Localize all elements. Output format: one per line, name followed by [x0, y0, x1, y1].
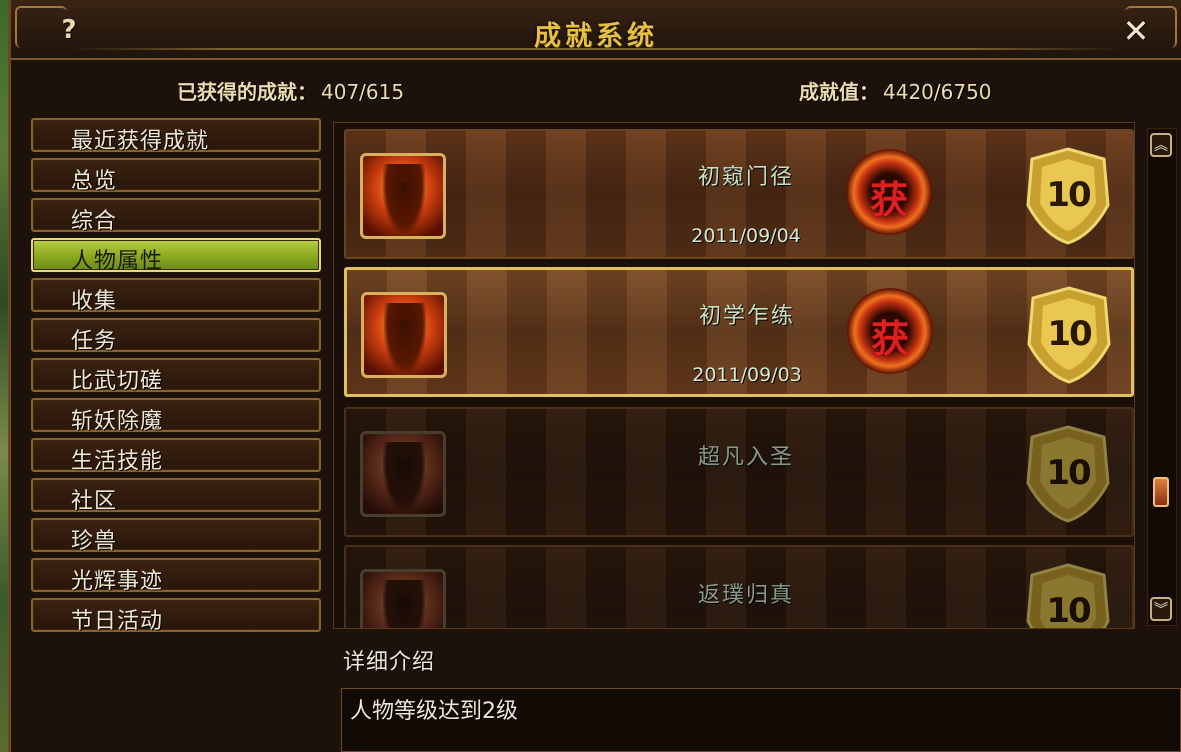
achievement-date: 2011/09/04 — [691, 225, 801, 247]
points-badge-icon: 10 — [1023, 284, 1115, 384]
category-label: 收集 — [71, 289, 118, 314]
achievement-row-locked[interactable]: 超凡入圣 10 — [344, 407, 1134, 537]
earned-achievements-stat: 已获得的成就： 407/615 — [177, 76, 404, 105]
achievement-name: 初窥门径 — [697, 165, 794, 190]
muscle-body-icon — [361, 292, 447, 378]
points-value: 10 — [1046, 591, 1091, 629]
points-badge-icon: 10 — [1022, 423, 1114, 523]
earned-label: 已获得的成就： — [177, 80, 317, 104]
achievement-list: 初窥门径 2011/09/04 获 10 初学乍练 2011/09/03 获 1… — [333, 122, 1135, 629]
muscle-body-icon — [360, 153, 446, 239]
earned-seal-icon: 获 — [846, 149, 932, 235]
category-label: 人物属性 — [71, 249, 164, 274]
category-label: 节日活动 — [71, 609, 164, 634]
double-chevron-down-icon[interactable]: ︾ — [1150, 597, 1172, 621]
category-life-skills[interactable]: 生活技能 — [31, 438, 321, 474]
muscle-body-icon — [360, 569, 446, 628]
points-badge-icon: 10 — [1022, 561, 1114, 629]
double-chevron-up-icon[interactable]: ︽ — [1150, 133, 1172, 157]
window-title: 成就系统 — [534, 21, 658, 52]
achievement-name: 超凡入圣 — [697, 445, 794, 470]
seal-char: 获 — [869, 177, 908, 222]
detail-heading: 详细介绍 — [343, 650, 436, 675]
category-recent[interactable]: 最近获得成就 — [31, 118, 321, 154]
points-value: 10 — [1046, 175, 1091, 215]
category-label: 社区 — [71, 489, 118, 514]
category-label: 比武切磋 — [71, 369, 164, 394]
seal-char: 获 — [870, 316, 909, 361]
muscle-body-icon — [360, 431, 446, 517]
points-value: 4420/6750 — [883, 80, 992, 104]
scroll-thumb[interactable] — [1153, 477, 1169, 507]
category-label: 珍兽 — [71, 529, 118, 554]
earned-seal-icon: 获 — [847, 288, 933, 374]
category-collection[interactable]: 收集 — [31, 278, 321, 314]
category-monsters[interactable]: 斩妖除魔 — [31, 398, 321, 434]
category-general[interactable]: 综合 — [31, 198, 321, 234]
category-label: 任务 — [71, 329, 118, 354]
points-badge-icon: 10 — [1022, 145, 1114, 245]
category-pets[interactable]: 珍兽 — [31, 518, 321, 554]
achievement-row[interactable]: 初窥门径 2011/09/04 获 10 — [344, 129, 1134, 259]
achievement-window: ? 成就系统 ✕ 已获得的成就： 407/615 成就值： 4420/6750 最近… — [8, 0, 1181, 752]
category-label: 生活技能 — [71, 449, 164, 474]
achievement-points-stat: 成就值： 4420/6750 — [799, 76, 992, 105]
category-festival[interactable]: 节日活动 — [31, 598, 321, 634]
close-button[interactable]: ✕ — [1119, 14, 1153, 48]
points-value: 10 — [1047, 314, 1092, 354]
category-overview[interactable]: 总览 — [31, 158, 321, 194]
achievement-name: 返璞归真 — [697, 583, 794, 608]
achievement-row-selected[interactable]: 初学乍练 2011/09/03 获 10 — [344, 267, 1134, 397]
category-community[interactable]: 社区 — [31, 478, 321, 514]
achievement-row-locked[interactable]: 返璞归真 10 — [344, 545, 1134, 629]
category-quests[interactable]: 任务 — [31, 318, 321, 354]
category-label: 总览 — [71, 169, 118, 194]
category-label: 光辉事迹 — [71, 569, 164, 594]
achievement-name: 初学乍练 — [698, 304, 795, 329]
achievement-date: 2011/09/03 — [692, 364, 802, 386]
category-pvp[interactable]: 比武切磋 — [31, 358, 321, 394]
detail-text: 人物等级达到2级 — [350, 699, 518, 724]
achievement-scrollbar[interactable]: ︽ ︾ — [1147, 128, 1177, 626]
points-value: 10 — [1046, 453, 1091, 493]
category-list: 最近获得成就 总览 综合 人物属性 收集 任务 比武切磋 斩妖除魔 生活技能 社… — [31, 118, 321, 638]
category-label: 综合 — [71, 209, 118, 234]
category-label: 最近获得成就 — [71, 129, 210, 154]
earned-value: 407/615 — [321, 80, 405, 104]
category-character-attributes[interactable]: 人物属性 — [31, 238, 321, 274]
detail-panel: 人物等级达到2级 — [341, 688, 1181, 752]
title-bar[interactable]: ? 成就系统 ✕ — [11, 0, 1181, 60]
category-label: 斩妖除魔 — [71, 409, 164, 434]
points-label: 成就值： — [799, 80, 879, 104]
category-glory[interactable]: 光辉事迹 — [31, 558, 321, 594]
